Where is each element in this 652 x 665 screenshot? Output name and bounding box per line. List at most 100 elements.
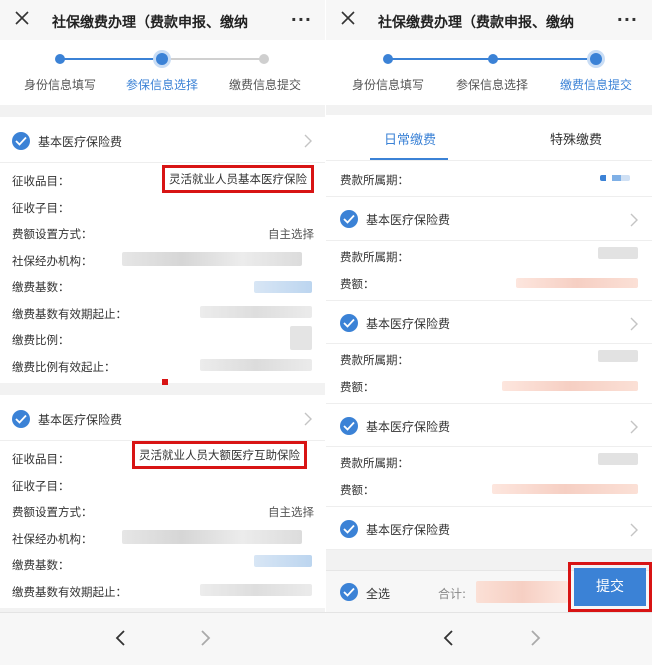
check-circle-icon[interactable]: [340, 210, 358, 228]
submit-button[interactable]: 提交: [574, 568, 646, 606]
row-value: 自主选择: [268, 505, 314, 519]
highlight-value: 灵活就业人员基本医疗保险: [165, 168, 311, 190]
row-label: 费款所属期：: [340, 250, 409, 264]
check-circle-icon[interactable]: [12, 410, 30, 428]
row-label: 征收子目：: [12, 200, 70, 215]
card-title: 基本医疗保险费: [38, 135, 123, 149]
page-title: 社保缴费办理（费款申报、缴纳: [378, 15, 574, 31]
detail-row: 社保经办机构：: [0, 247, 326, 274]
card-title: 基本医疗保险费: [38, 413, 123, 427]
redacted-value: [598, 247, 638, 259]
check-circle-icon[interactable]: [340, 417, 358, 435]
fee-item-title: 基本医疗保险费: [366, 420, 451, 434]
step-dot-1: [55, 54, 65, 64]
fee-item-title: 基本医疗保险费: [366, 213, 451, 227]
step-label-3: 缴费信息提交: [560, 78, 633, 92]
row-label: 费额设置方式：: [12, 505, 93, 519]
detail-row: 征收子目：: [0, 472, 326, 499]
insurance-card-header[interactable]: 基本医疗保险费: [0, 395, 326, 441]
detail-row: 费款所属期：: [326, 346, 652, 373]
fee-item-details: 费款所属期： 费额：: [326, 447, 652, 506]
fee-item-title: 基本医疗保险费: [366, 523, 451, 537]
step-label-3: 缴费信息提交: [229, 78, 302, 92]
redacted-value: [254, 555, 312, 567]
step-line-todo: [162, 58, 264, 60]
chevron-right-icon[interactable]: [304, 133, 312, 148]
back-arrow-icon[interactable]: [442, 629, 456, 647]
spacer: [326, 105, 652, 115]
redacted-value: [254, 281, 312, 293]
row-value: 自主选择: [268, 227, 314, 241]
nav-bar: 社保缴费办理（费款申报、缴纳 ···: [0, 0, 326, 40]
redacted-value: [600, 175, 630, 181]
total-label: 合计:: [438, 587, 467, 601]
close-icon[interactable]: [340, 10, 356, 26]
spacer: [0, 105, 326, 117]
row-label: 缴费基数有效期起止：: [12, 584, 127, 599]
page-title: 社保缴费办理（费款申报、缴纳: [52, 15, 248, 31]
detail-row: 缴费比例：: [0, 326, 326, 353]
check-circle-icon[interactable]: [12, 132, 30, 150]
select-all-label[interactable]: 全选: [366, 585, 390, 602]
redacted-value: [200, 358, 312, 371]
highlight-item-2: 灵活就业人员大额医疗互助保险: [132, 441, 307, 469]
close-icon[interactable]: [14, 10, 30, 26]
detail-row: 缴费基数有效期起止：: [0, 578, 326, 605]
tab-special[interactable]: 特殊缴费: [550, 129, 602, 148]
forward-arrow-icon[interactable]: [528, 629, 542, 647]
step-label-2: 参保信息选择: [456, 78, 529, 92]
detail-row: 费款所属期：: [326, 243, 652, 270]
more-icon[interactable]: ···: [617, 10, 638, 29]
redacted-value: [516, 277, 638, 288]
stepper: 身份信息填写 参保信息选择 缴费信息提交: [0, 40, 326, 105]
row-label: 征收品目：: [12, 452, 70, 466]
check-circle-icon[interactable]: [340, 314, 358, 332]
fee-item-header[interactable]: 基本医疗保险费: [326, 300, 652, 344]
row-label: 征收品目：: [12, 174, 70, 188]
row-label: 缴费基数：: [12, 280, 70, 294]
insurance-card-header[interactable]: 基本医疗保险费: [0, 117, 326, 163]
row-label: 费款所属期：: [340, 353, 409, 367]
chevron-right-icon[interactable]: [304, 411, 312, 426]
row-label: 缴费比例有效起止：: [12, 359, 116, 374]
row-label: 缴费比例：: [12, 333, 70, 347]
chevron-right-icon[interactable]: [630, 522, 638, 537]
browser-nav: [326, 612, 652, 665]
detail-row: 费额：: [326, 270, 652, 297]
detail-row: 费款所属期：: [326, 449, 652, 476]
fee-item-details: 费款所属期： 费额：: [326, 344, 652, 403]
tab-underline: [370, 158, 448, 160]
row-label: 社保经办机构：: [12, 253, 93, 268]
back-arrow-icon[interactable]: [114, 629, 128, 647]
step-dot-3: [259, 54, 269, 64]
detail-row: 缴费基数：: [0, 273, 326, 300]
fee-item-header[interactable]: 基本医疗保险费: [326, 403, 652, 447]
row-label: 征收子目：: [12, 478, 70, 493]
row-label: 费额：: [340, 276, 375, 291]
chevron-right-icon[interactable]: [630, 316, 638, 331]
nav-bar: 社保缴费办理（费款申报、缴纳 ···: [326, 0, 652, 40]
detail-row: 费额设置方式： 自主选择: [0, 498, 326, 525]
fee-item-header[interactable]: 基本医疗保险费: [326, 197, 652, 241]
row-label: 费额设置方式：: [12, 227, 93, 241]
step-label-1: 身份信息填写: [24, 78, 97, 92]
stepper: 身份信息填写 参保信息选择 缴费信息提交: [326, 40, 652, 105]
card-details: 征收品目： 征收子目： 费额设置方式： 自主选择 社保经办机构： 缴费基数： 缴费…: [0, 163, 326, 385]
forward-arrow-icon[interactable]: [198, 629, 212, 647]
redacted-value: [502, 380, 638, 391]
chevron-right-icon[interactable]: [630, 419, 638, 434]
fee-item-header[interactable]: 基本医疗保险费: [326, 506, 652, 550]
more-icon[interactable]: ···: [291, 10, 312, 29]
screenshot-root: 社保缴费办理（费款申报、缴纳 ··· 身份信息填写 参保信息选择 缴费信息提交 …: [0, 0, 652, 665]
fee-item-title: 基本医疗保险费: [366, 317, 451, 331]
step-dot-3: [590, 53, 602, 65]
check-circle-icon[interactable]: [340, 520, 358, 538]
period-label: 费款所属期：: [340, 173, 409, 187]
check-circle-icon[interactable]: [340, 583, 358, 601]
redacted-value: [476, 581, 568, 603]
step-label-2: 参保信息选择: [126, 78, 199, 92]
row-label: 社保经办机构：: [12, 531, 93, 546]
tab-daily[interactable]: 日常缴费: [384, 129, 436, 148]
chevron-right-icon[interactable]: [630, 212, 638, 227]
redacted-value: [122, 529, 302, 544]
